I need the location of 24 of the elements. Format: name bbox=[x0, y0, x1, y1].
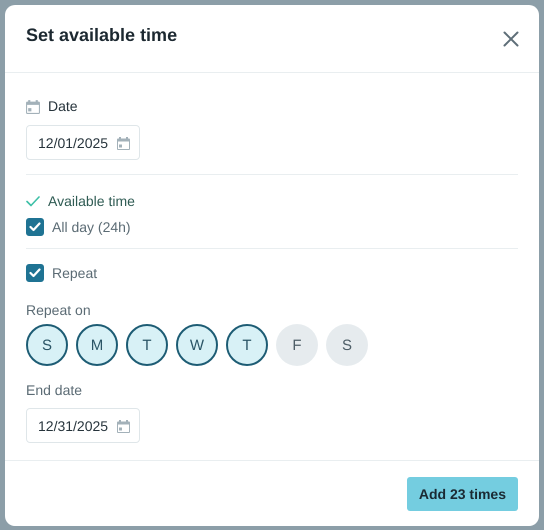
calendar-icon bbox=[117, 418, 130, 432]
checkbox-label: Repeat bbox=[52, 265, 98, 281]
calendar-icon bbox=[117, 136, 130, 150]
close-icon[interactable] bbox=[503, 30, 519, 46]
weekday-toggle[interactable]: W bbox=[176, 324, 218, 366]
field-label: Date bbox=[48, 98, 78, 114]
field-label: Repeat on bbox=[26, 302, 92, 318]
date-field[interactable]: 12/01/2025 bbox=[26, 125, 140, 160]
dialog-title: Set available time bbox=[26, 25, 178, 46]
section-label: Available time bbox=[48, 193, 135, 209]
field-label: End date bbox=[26, 382, 84, 398]
weekday-toggle[interactable]: S bbox=[26, 324, 68, 366]
add-button[interactable]: Add 23 times bbox=[406, 476, 518, 510]
checkbox-label: All day (24h) bbox=[52, 219, 131, 235]
weekday-toggle[interactable]: T bbox=[226, 324, 268, 366]
calendar-icon bbox=[26, 98, 40, 114]
all-day-checkbox[interactable] bbox=[26, 218, 44, 236]
check-icon bbox=[26, 196, 40, 206]
weekday-toggle[interactable]: S bbox=[326, 324, 368, 366]
weekday-toggle[interactable]: T bbox=[126, 324, 168, 366]
repeat-checkbox[interactable] bbox=[26, 264, 44, 282]
end-date-field[interactable]: 12/31/2025 bbox=[26, 408, 140, 443]
weekday-toggle[interactable]: F bbox=[276, 324, 318, 366]
weekday-toggle[interactable]: M bbox=[76, 324, 118, 366]
